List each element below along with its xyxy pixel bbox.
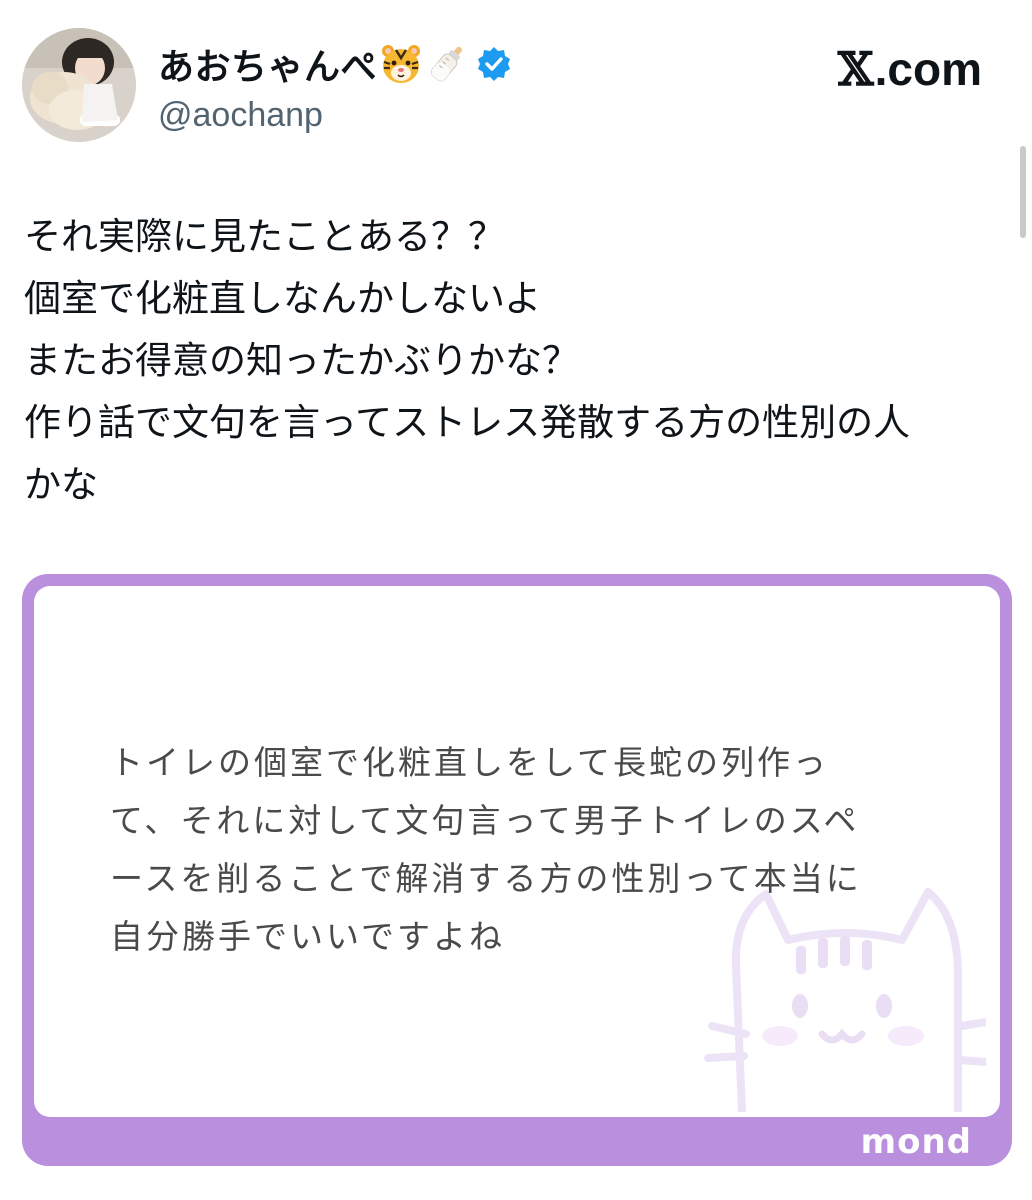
attached-mond-card[interactable]: トイレの個室で化粧直しをして長蛇の列作っ て、それに対して文句言って男子トイレの… — [22, 574, 1012, 1166]
avatar[interactable] — [22, 28, 136, 142]
tiger-face-icon — [379, 42, 423, 86]
card-question-text: トイレの個室で化粧直しをして長蛇の列作っ て、それに対して文句言って男子トイレの… — [110, 734, 940, 966]
tweet-header: あおちゃんぺ @aochanp 𝕏 .com — [22, 28, 1012, 148]
display-name-row: あおちゃんぺ — [158, 38, 513, 90]
card-line: トイレの個室で化粧直しをして長蛇の列作っ — [110, 743, 830, 782]
scrollbar[interactable] — [1020, 146, 1026, 238]
x-logo-icon: 𝕏 — [837, 42, 874, 96]
tweet-line: 個室で化粧直しなんかしないよ — [24, 277, 542, 320]
baby-bottle-icon — [425, 42, 469, 86]
tweet-line: 作り話で文句を言ってストレス発散する方の性別の人 — [24, 401, 911, 444]
display-name[interactable]: あおちゃんぺ — [158, 38, 377, 90]
tweet-line: またお得意の知ったかぶりかな？ — [24, 339, 579, 382]
card-line: ースを削ることで解消する方の性別って本当に — [110, 859, 862, 898]
mond-logo: mond — [860, 1122, 972, 1162]
author-block: あおちゃんぺ @aochanp — [158, 38, 513, 135]
verified-badge-icon[interactable] — [475, 45, 513, 83]
tweet-line: それ実際に見たことある？？ — [24, 215, 505, 258]
tweet-line: かな — [24, 463, 98, 506]
tweet-body: それ実際に見たことある？？ 個室で化粧直しなんかしないよ またお得意の知ったかぶ… — [24, 206, 1009, 516]
x-com-logo[interactable]: 𝕏 .com — [838, 42, 982, 96]
card-content: トイレの個室で化粧直しをして長蛇の列作っ て、それに対して文句言って男子トイレの… — [34, 586, 1000, 1117]
card-line: て、それに対して文句言って男子トイレのスペ — [110, 801, 860, 840]
brand-suffix: .com — [874, 43, 982, 95]
card-line: 自分勝手でいいですよね — [110, 917, 506, 956]
tweet-screenshot: あおちゃんぺ @aochanp 𝕏 .com それ実際に見たことある？？ 個室で… — [0, 0, 1032, 1200]
author-handle[interactable]: @aochanp — [158, 96, 513, 135]
profile-photo-icon — [22, 28, 136, 142]
